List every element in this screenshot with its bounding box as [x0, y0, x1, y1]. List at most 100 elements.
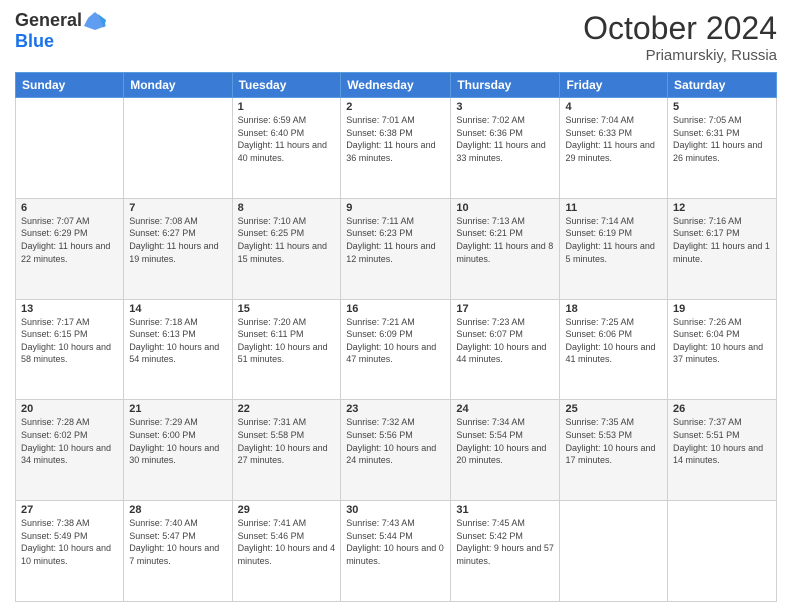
day-number: 22: [238, 403, 336, 415]
day-info: Sunrise: 7:01 AMSunset: 6:38 PMDaylight:…: [346, 114, 445, 164]
day-number: 1: [238, 101, 336, 113]
calendar-cell: 6Sunrise: 7:07 AMSunset: 6:29 PMDaylight…: [16, 198, 124, 299]
day-of-week-header: Sunday: [16, 73, 124, 98]
calendar-cell: 31Sunrise: 7:45 AMSunset: 5:42 PMDayligh…: [451, 501, 560, 602]
calendar-cell: [560, 501, 668, 602]
day-number: 31: [456, 504, 554, 516]
calendar-week-row: 27Sunrise: 7:38 AMSunset: 5:49 PMDayligh…: [16, 501, 777, 602]
calendar-cell: 23Sunrise: 7:32 AMSunset: 5:56 PMDayligh…: [341, 400, 451, 501]
day-info: Sunrise: 7:21 AMSunset: 6:09 PMDaylight:…: [346, 316, 445, 366]
calendar-cell: 10Sunrise: 7:13 AMSunset: 6:21 PMDayligh…: [451, 198, 560, 299]
day-number: 8: [238, 202, 336, 214]
calendar-cell: 8Sunrise: 7:10 AMSunset: 6:25 PMDaylight…: [232, 198, 341, 299]
calendar-cell: [668, 501, 777, 602]
day-number: 17: [456, 303, 554, 315]
day-number: 5: [673, 101, 771, 113]
logo-general-text: General: [15, 11, 82, 31]
day-info: Sunrise: 7:07 AMSunset: 6:29 PMDaylight:…: [21, 215, 118, 265]
calendar-cell: 12Sunrise: 7:16 AMSunset: 6:17 PMDayligh…: [668, 198, 777, 299]
day-info: Sunrise: 7:41 AMSunset: 5:46 PMDaylight:…: [238, 517, 336, 567]
day-info: Sunrise: 7:08 AMSunset: 6:27 PMDaylight:…: [129, 215, 226, 265]
day-number: 26: [673, 403, 771, 415]
day-info: Sunrise: 6:59 AMSunset: 6:40 PMDaylight:…: [238, 114, 336, 164]
day-number: 16: [346, 303, 445, 315]
page: General Blue October 2024 Priamurskiy, R…: [0, 0, 792, 612]
day-number: 6: [21, 202, 118, 214]
day-of-week-header: Wednesday: [341, 73, 451, 98]
day-info: Sunrise: 7:25 AMSunset: 6:06 PMDaylight:…: [565, 316, 662, 366]
day-info: Sunrise: 7:35 AMSunset: 5:53 PMDaylight:…: [565, 416, 662, 466]
calendar-table: SundayMondayTuesdayWednesdayThursdayFrid…: [15, 72, 777, 602]
calendar-week-row: 6Sunrise: 7:07 AMSunset: 6:29 PMDaylight…: [16, 198, 777, 299]
logo-icon: [84, 10, 106, 32]
calendar-cell: 2Sunrise: 7:01 AMSunset: 6:38 PMDaylight…: [341, 98, 451, 199]
day-info: Sunrise: 7:17 AMSunset: 6:15 PMDaylight:…: [21, 316, 118, 366]
calendar-cell: 9Sunrise: 7:11 AMSunset: 6:23 PMDaylight…: [341, 198, 451, 299]
calendar-body: 1Sunrise: 6:59 AMSunset: 6:40 PMDaylight…: [16, 98, 777, 602]
day-number: 15: [238, 303, 336, 315]
day-number: 2: [346, 101, 445, 113]
day-number: 29: [238, 504, 336, 516]
day-info: Sunrise: 7:23 AMSunset: 6:07 PMDaylight:…: [456, 316, 554, 366]
calendar-cell: [124, 98, 232, 199]
calendar-cell: 30Sunrise: 7:43 AMSunset: 5:44 PMDayligh…: [341, 501, 451, 602]
calendar-cell: 21Sunrise: 7:29 AMSunset: 6:00 PMDayligh…: [124, 400, 232, 501]
day-info: Sunrise: 7:29 AMSunset: 6:00 PMDaylight:…: [129, 416, 226, 466]
calendar-cell: 29Sunrise: 7:41 AMSunset: 5:46 PMDayligh…: [232, 501, 341, 602]
day-number: 9: [346, 202, 445, 214]
calendar-week-row: 13Sunrise: 7:17 AMSunset: 6:15 PMDayligh…: [16, 299, 777, 400]
calendar-header-row: SundayMondayTuesdayWednesdayThursdayFrid…: [16, 73, 777, 98]
calendar-cell: [16, 98, 124, 199]
day-of-week-header: Tuesday: [232, 73, 341, 98]
calendar-cell: 15Sunrise: 7:20 AMSunset: 6:11 PMDayligh…: [232, 299, 341, 400]
day-number: 10: [456, 202, 554, 214]
day-number: 21: [129, 403, 226, 415]
calendar-cell: 22Sunrise: 7:31 AMSunset: 5:58 PMDayligh…: [232, 400, 341, 501]
day-info: Sunrise: 7:05 AMSunset: 6:31 PMDaylight:…: [673, 114, 771, 164]
day-info: Sunrise: 7:45 AMSunset: 5:42 PMDaylight:…: [456, 517, 554, 567]
day-number: 3: [456, 101, 554, 113]
day-info: Sunrise: 7:18 AMSunset: 6:13 PMDaylight:…: [129, 316, 226, 366]
calendar-cell: 5Sunrise: 7:05 AMSunset: 6:31 PMDaylight…: [668, 98, 777, 199]
day-info: Sunrise: 7:13 AMSunset: 6:21 PMDaylight:…: [456, 215, 554, 265]
day-info: Sunrise: 7:26 AMSunset: 6:04 PMDaylight:…: [673, 316, 771, 366]
logo: General Blue: [15, 10, 106, 52]
day-info: Sunrise: 7:38 AMSunset: 5:49 PMDaylight:…: [21, 517, 118, 567]
calendar-cell: 1Sunrise: 6:59 AMSunset: 6:40 PMDaylight…: [232, 98, 341, 199]
day-of-week-header: Saturday: [668, 73, 777, 98]
day-number: 25: [565, 403, 662, 415]
day-info: Sunrise: 7:34 AMSunset: 5:54 PMDaylight:…: [456, 416, 554, 466]
day-number: 4: [565, 101, 662, 113]
day-info: Sunrise: 7:11 AMSunset: 6:23 PMDaylight:…: [346, 215, 445, 265]
calendar-week-row: 1Sunrise: 6:59 AMSunset: 6:40 PMDaylight…: [16, 98, 777, 199]
calendar-cell: 7Sunrise: 7:08 AMSunset: 6:27 PMDaylight…: [124, 198, 232, 299]
day-number: 24: [456, 403, 554, 415]
day-of-week-header: Monday: [124, 73, 232, 98]
calendar-cell: 14Sunrise: 7:18 AMSunset: 6:13 PMDayligh…: [124, 299, 232, 400]
day-number: 23: [346, 403, 445, 415]
calendar-cell: 13Sunrise: 7:17 AMSunset: 6:15 PMDayligh…: [16, 299, 124, 400]
header: General Blue October 2024 Priamurskiy, R…: [15, 10, 777, 64]
day-number: 27: [21, 504, 118, 516]
day-number: 14: [129, 303, 226, 315]
calendar-location: Priamurskiy, Russia: [583, 47, 777, 64]
calendar-cell: 25Sunrise: 7:35 AMSunset: 5:53 PMDayligh…: [560, 400, 668, 501]
calendar-week-row: 20Sunrise: 7:28 AMSunset: 6:02 PMDayligh…: [16, 400, 777, 501]
calendar-title: October 2024: [583, 10, 777, 47]
day-info: Sunrise: 7:14 AMSunset: 6:19 PMDaylight:…: [565, 215, 662, 265]
day-number: 28: [129, 504, 226, 516]
day-info: Sunrise: 7:37 AMSunset: 5:51 PMDaylight:…: [673, 416, 771, 466]
day-info: Sunrise: 7:32 AMSunset: 5:56 PMDaylight:…: [346, 416, 445, 466]
calendar-cell: 17Sunrise: 7:23 AMSunset: 6:07 PMDayligh…: [451, 299, 560, 400]
calendar-cell: 19Sunrise: 7:26 AMSunset: 6:04 PMDayligh…: [668, 299, 777, 400]
day-of-week-header: Friday: [560, 73, 668, 98]
calendar-cell: 26Sunrise: 7:37 AMSunset: 5:51 PMDayligh…: [668, 400, 777, 501]
day-info: Sunrise: 7:43 AMSunset: 5:44 PMDaylight:…: [346, 517, 445, 567]
day-info: Sunrise: 7:31 AMSunset: 5:58 PMDaylight:…: [238, 416, 336, 466]
logo-blue-text: Blue: [15, 32, 106, 52]
day-of-week-header: Thursday: [451, 73, 560, 98]
day-info: Sunrise: 7:40 AMSunset: 5:47 PMDaylight:…: [129, 517, 226, 567]
calendar-cell: 3Sunrise: 7:02 AMSunset: 6:36 PMDaylight…: [451, 98, 560, 199]
day-number: 20: [21, 403, 118, 415]
day-number: 12: [673, 202, 771, 214]
